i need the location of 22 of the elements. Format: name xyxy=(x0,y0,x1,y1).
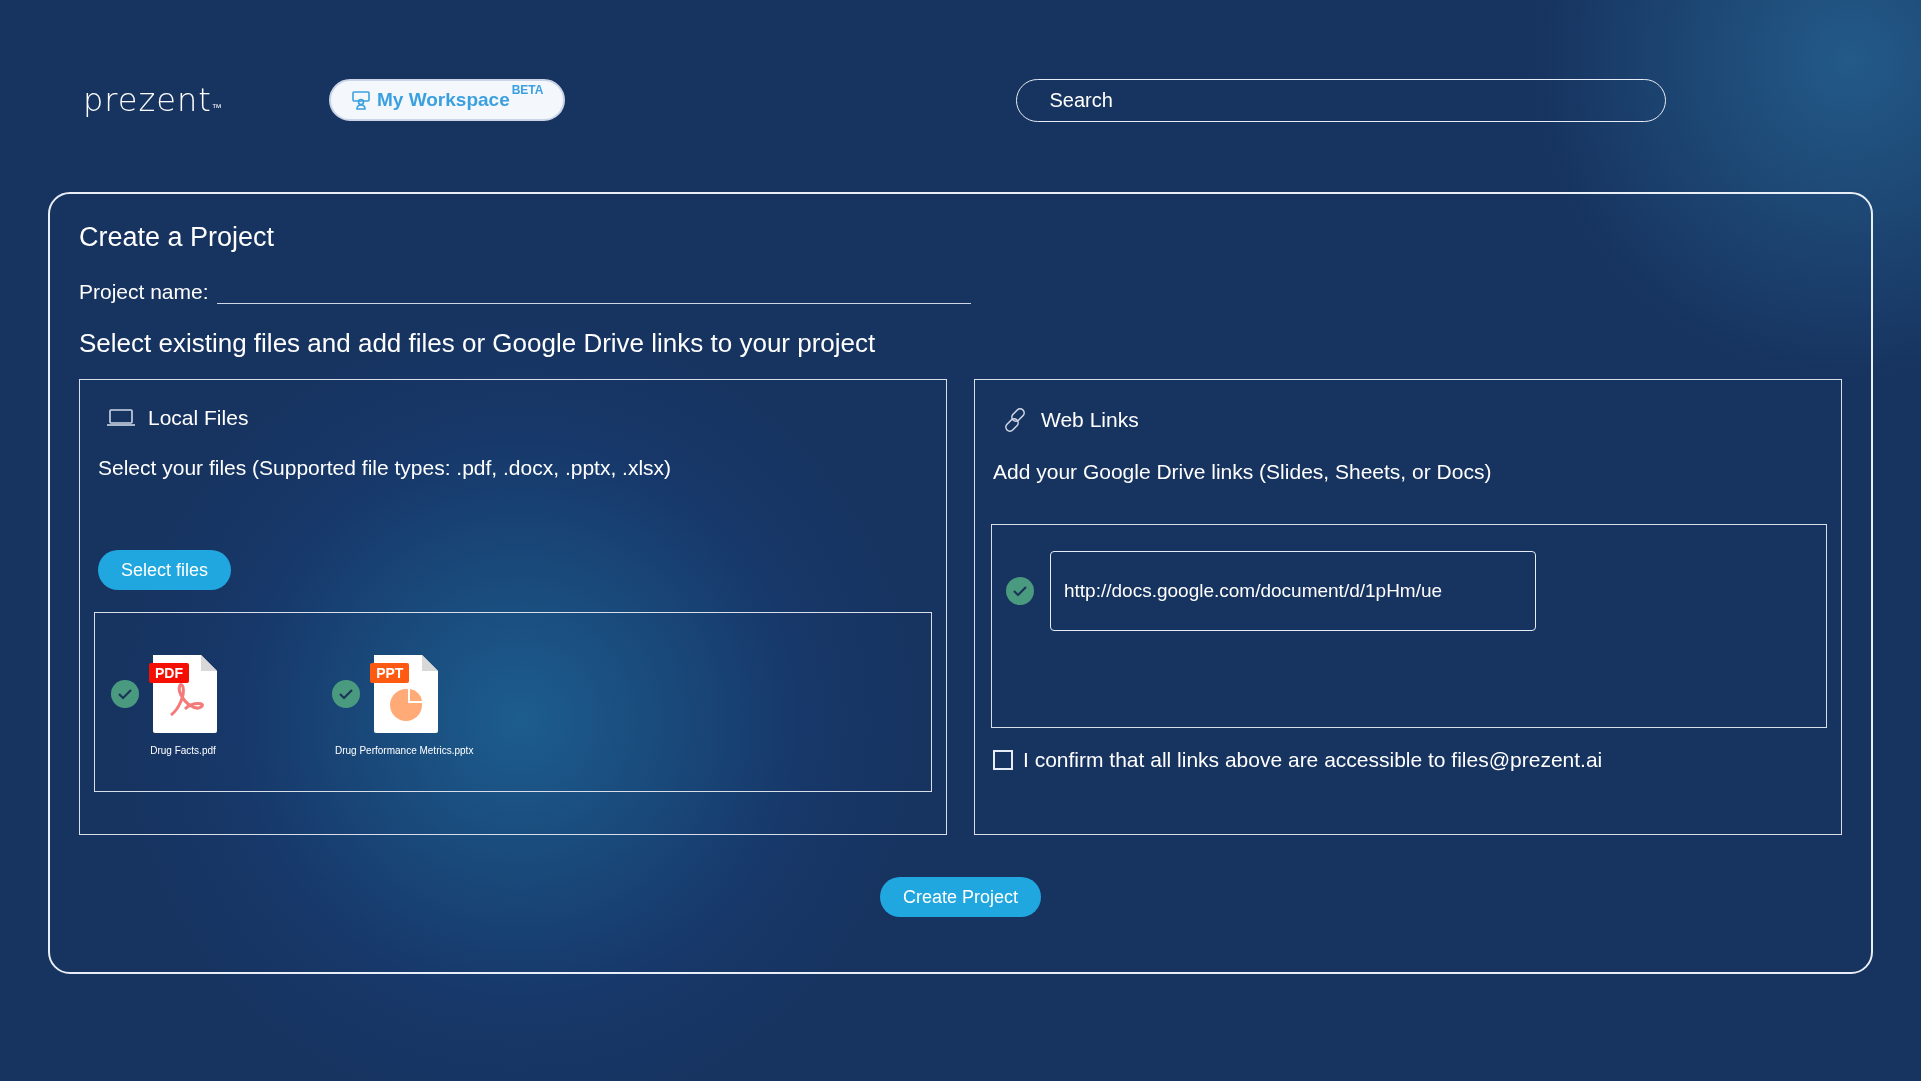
instructions-text: Select existing files and add files or Google Drive links to your project xyxy=(79,328,877,359)
trademark-mark: ™ xyxy=(211,102,222,113)
panel-title: Local Files xyxy=(148,406,249,430)
file-icon: PPT xyxy=(372,653,441,735)
select-files-button[interactable]: Select files xyxy=(98,550,232,590)
link-field[interactable]: http://docs.google.com/document/d/1pHm/ue xyxy=(1050,551,1536,631)
panel-description: Select your files (Supported file types: .pdf, .docx, .pptx, .xlsx) xyxy=(98,456,673,480)
file-name: Drug Facts.pdf xyxy=(150,745,216,756)
file-name: Drug Performance Metrics.pptx xyxy=(335,745,474,756)
create-project-button[interactable]: Create Project xyxy=(879,877,1042,917)
laptop-icon xyxy=(106,408,136,428)
confirm-checkbox[interactable] xyxy=(993,750,1013,770)
workspace-button[interactable]: My Workspace$^{BETA}$ xyxy=(329,79,566,121)
confirm-label: I confirm that all links above are accessible to files@prezent.ai xyxy=(1023,748,1603,772)
file-icon: PDF xyxy=(151,653,219,735)
page-title: Create a Project xyxy=(79,222,276,253)
project-name-label: Project name: xyxy=(79,280,209,304)
presenter-icon xyxy=(351,90,371,110)
panel-description: Add your Google Drive links (Slides, Sheets, or Docs) xyxy=(993,460,1493,484)
logo: prezent xyxy=(83,81,212,119)
panel-title: Web Links xyxy=(1041,408,1139,432)
search-field[interactable]: Search xyxy=(1016,78,1667,122)
